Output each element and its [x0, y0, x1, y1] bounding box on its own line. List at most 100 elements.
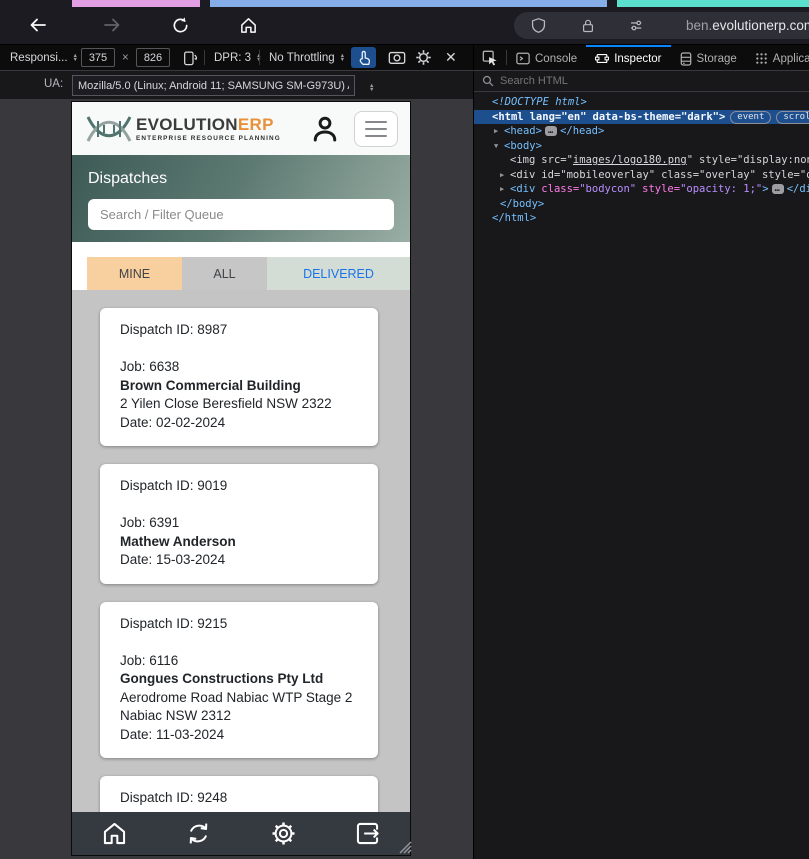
tree-row-body-close[interactable]: </body>	[474, 197, 809, 212]
home-icon	[103, 822, 125, 845]
reload-button[interactable]	[168, 13, 192, 37]
tab-application[interactable]: Application	[746, 45, 809, 70]
tree-row-img[interactable]: <img src="images/logo180.png" style="displ…	[474, 153, 809, 168]
address-line: 2 Yilen Close Beresfield NSW 2322	[120, 396, 332, 411]
dispatches-hero: Dispatches	[72, 155, 410, 242]
dispatch-list: Dispatch ID: 8987 Job: 6638 Brown Commer…	[72, 290, 410, 812]
tab-storage[interactable]: Storage	[671, 45, 746, 70]
viewport-resize-handle[interactable]	[397, 839, 412, 854]
tree-row-head[interactable]: ▶ <head>… </head>	[474, 124, 809, 139]
permissions-icon[interactable]	[628, 17, 645, 34]
tab-delivered[interactable]: DELIVERED	[267, 257, 410, 290]
browser-tab-indicator-1[interactable]	[72, 0, 200, 7]
hamburger-menu-button[interactable]	[354, 110, 398, 147]
dispatch-card[interactable]: Dispatch ID: 9248 Job: 3918	[100, 776, 378, 812]
event-badge[interactable]: event	[730, 110, 772, 124]
brand-suffix: ERP	[237, 114, 274, 134]
browser-tab-indicator-2[interactable]	[210, 0, 607, 7]
dispatch-date: Date: 15-03-2024	[120, 552, 226, 567]
inline-ellipsis-badge[interactable]: …	[544, 126, 558, 136]
mobile-bottom-nav	[72, 812, 410, 855]
dispatch-id: Dispatch ID: 9248	[120, 790, 228, 805]
application-grid-icon	[756, 53, 767, 64]
rdm-settings-button[interactable]	[415, 45, 432, 70]
element-picker-button[interactable]	[474, 45, 506, 70]
chevron-updown-icon: ▲▼	[339, 52, 346, 63]
collapse-arrow-icon[interactable]: ▼	[494, 139, 504, 154]
tree-row-html-close[interactable]: </html>	[474, 211, 809, 226]
dpr-selector[interactable]: DPR: 3 ▲▼	[214, 45, 262, 70]
url-text: ben.evolutionerp.com.au/portal/index.php…	[686, 12, 809, 39]
tab-console[interactable]: Console	[507, 45, 586, 70]
search-html-placeholder: Search HTML	[500, 75, 568, 87]
job-number: Job: 6638	[120, 359, 180, 374]
dispatch-card[interactable]: Dispatch ID: 8987 Job: 6638 Brown Commer…	[100, 308, 378, 446]
home-button[interactable]	[236, 13, 260, 37]
viewport-height-input[interactable]	[136, 48, 170, 67]
page-title: Dispatches	[88, 170, 168, 187]
inspector-icon	[595, 53, 610, 64]
toolbar-separator	[204, 50, 205, 65]
screenshot-button[interactable]	[388, 45, 406, 70]
tree-row-div-mobileoverlay[interactable]: ▶ <div id="mobileoverlay" class="overlay" st…	[474, 168, 809, 183]
nav-home-button[interactable]	[72, 812, 157, 855]
ua-input[interactable]	[72, 75, 355, 96]
device-selector[interactable]: Responsi... ▲ ▼	[10, 45, 78, 70]
scroll-badge[interactable]: scroll	[776, 110, 809, 124]
dispatch-card[interactable]: Dispatch ID: 9215 Job: 6116 Gongues Cons…	[100, 601, 378, 758]
chevron-updown-icon[interactable]: ▲ ▼	[364, 75, 374, 100]
dimension-separator: ×	[122, 51, 129, 64]
nav-settings-button[interactable]	[241, 812, 326, 855]
sync-icon	[189, 823, 208, 844]
dispatch-date: Date: 02-02-2024	[120, 414, 226, 430]
expand-arrow-icon[interactable]: ▶	[494, 124, 504, 139]
address-line: Aerodrome Road Nabiac WTP Stage 2	[120, 689, 353, 705]
viewport-width-input[interactable]	[81, 48, 115, 67]
tab-inspector[interactable]: Inspector	[586, 45, 671, 70]
customer-name: Gongues Constructions Pty Ltd	[120, 671, 324, 686]
queue-tabs: MINE ALL DELIVERED	[72, 257, 410, 290]
lock-icon[interactable]	[580, 17, 597, 34]
dispatch-search-input[interactable]	[88, 199, 394, 230]
shield-icon[interactable]	[530, 17, 547, 34]
tree-row-html[interactable]: <html lang="en" data-bs-theme="dark"> event…	[474, 109, 809, 124]
storage-icon	[680, 51, 691, 66]
forward-button[interactable]	[100, 13, 124, 37]
tree-row-div-bodycon[interactable]: ▶ <div class="bodycon" style="opacity: 1;">…	[474, 182, 809, 197]
chevron-updown-icon: ▲▼	[72, 52, 78, 63]
dispatch-card[interactable]: Dispatch ID: 9019 Job: 6391 Mathew Ander…	[100, 464, 378, 584]
brand-tagline: ENTERPRISE RESOURCE PLANNING	[136, 134, 281, 142]
expand-arrow-icon[interactable]: ▶	[500, 182, 510, 197]
browser-window: ben.evolutionerp.com.au/portal/index.php…	[0, 0, 809, 859]
url-bar[interactable]: ben.evolutionerp.com.au/portal/index.php…	[514, 12, 809, 39]
expand-arrow-icon[interactable]: ▶	[500, 168, 510, 183]
nav-refresh-button[interactable]	[157, 812, 242, 855]
job-number: Job: 6391	[120, 515, 180, 530]
search-icon	[482, 75, 494, 87]
url-domain: evolutionerp.com.au	[712, 18, 809, 33]
rotate-viewport-icon[interactable]	[183, 45, 198, 70]
brand-logo: EVOLUTIONERP ENTERPRISE RESOURCE PLANNIN…	[136, 116, 281, 142]
tree-row-body[interactable]: ▼ <body>	[474, 139, 809, 154]
browser-tab-indicator-3[interactable]	[617, 0, 809, 7]
back-button[interactable]	[26, 13, 50, 37]
devtools-toolbar-row: Responsi... ▲▼ × DPR: 3 ▲▼ No Throttling…	[0, 44, 809, 71]
touch-simulation-button[interactable]	[351, 47, 376, 68]
mobile-header: EVOLUTIONERP ENTERPRISE RESOURCE PLANNIN…	[72, 102, 410, 155]
browser-navbar: ben.evolutionerp.com.au/portal/index.php…	[0, 7, 809, 44]
user-profile-icon[interactable]	[310, 114, 340, 144]
resource-link[interactable]: images/logo180.png	[573, 154, 687, 166]
customer-name: Mathew Anderson	[120, 533, 236, 549]
throttling-selector[interactable]: No Throttling ▲ ▼	[269, 45, 345, 70]
tree-row-doctype[interactable]: <!DOCTYPE html>	[474, 95, 809, 110]
close-rdm-button[interactable]: ✕	[445, 45, 457, 70]
inline-ellipsis-badge[interactable]: …	[771, 184, 784, 194]
html-search-bar[interactable]: Search HTML	[474, 71, 809, 92]
tab-mine[interactable]: MINE	[87, 257, 182, 290]
tab-strip	[0, 0, 809, 7]
dispatch-id: Dispatch ID: 9215	[120, 615, 228, 631]
tab-all[interactable]: ALL	[182, 257, 267, 290]
dispatch-date: Date: 11-03-2024	[120, 726, 225, 742]
url-subdomain: ben.	[686, 18, 713, 33]
dispatch-id: Dispatch ID: 8987	[120, 322, 228, 337]
